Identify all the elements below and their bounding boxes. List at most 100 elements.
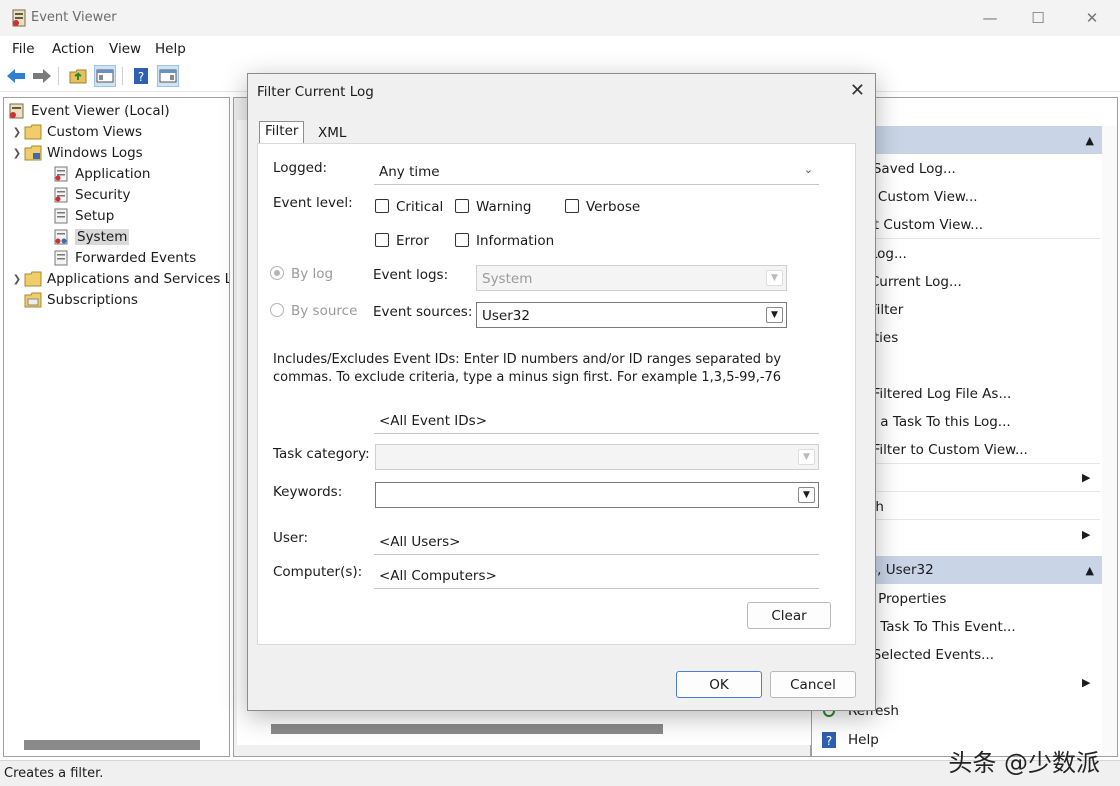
maximize-button[interactable]: ☐ <box>1012 0 1064 36</box>
chevron-down-icon: ▼ <box>798 449 815 465</box>
logged-label: Logged: <box>273 160 328 176</box>
warning-label: Warning <box>476 199 532 215</box>
cancel-button[interactable]: Cancel <box>770 671 856 698</box>
menu-action[interactable]: Action <box>52 41 94 57</box>
window-title: Event Viewer <box>31 10 117 25</box>
tab-xml[interactable]: XML <box>313 124 351 144</box>
chevron-up-icon[interactable]: ▲ <box>1086 564 1094 577</box>
action-create-custom-view[interactable]: te Custom View... <box>860 189 978 205</box>
up-folder-icon[interactable] <box>67 65 89 87</box>
chevron-down-icon: ▼ <box>766 270 783 286</box>
action-help-event[interactable]: Help <box>848 732 879 748</box>
menu-bar: File Action View Help <box>0 36 1120 62</box>
tab-filter[interactable]: Filter <box>259 121 305 143</box>
status-bar: Creates a filter. 头条 @少数派 <box>0 749 1120 786</box>
tree-item-security[interactable]: Security <box>52 185 130 205</box>
menu-help[interactable]: Help <box>155 41 186 57</box>
tree-item-app-services-logs[interactable]: ❯ Applications and Services Logs <box>10 269 229 289</box>
log-icon <box>54 208 68 224</box>
tree-item-forwarded-events[interactable]: Forwarded Events <box>52 248 196 268</box>
folder-icon <box>24 145 42 161</box>
user-input[interactable]: <All Users> <box>374 529 819 555</box>
title-bar: Event Viewer — ☐ ✕ <box>0 0 1120 36</box>
action-attach-task-event[interactable]: ch Task To This Event... <box>860 619 1016 635</box>
folder-icon <box>24 271 42 287</box>
subscriptions-icon <box>24 292 42 308</box>
verbose-label: Verbose <box>586 199 641 215</box>
svg-text:?: ? <box>826 734 832 748</box>
close-window-button[interactable]: ✕ <box>1066 0 1118 36</box>
task-category-select[interactable]: ▼ <box>375 444 819 470</box>
action-import-custom-view[interactable]: ort Custom View... <box>860 217 983 233</box>
ok-button[interactable]: OK <box>676 671 762 698</box>
action-save-filter-custom-view[interactable]: e Filter to Custom View... <box>860 442 1028 458</box>
event-logs-select[interactable]: System ▼ <box>476 265 787 291</box>
warning-checkbox[interactable] <box>455 199 469 213</box>
chevron-down-icon[interactable]: ❯ <box>10 148 24 159</box>
keywords-label: Keywords: <box>273 484 343 500</box>
svg-text:?: ? <box>138 70 144 84</box>
filter-current-log-dialog: Filter Current Log ✕ Filter XML Logged: … <box>247 73 876 711</box>
tree-item-subscriptions[interactable]: Subscriptions <box>24 290 138 310</box>
chevron-up-icon[interactable]: ▲ <box>1086 134 1094 147</box>
tree-item-setup[interactable]: Setup <box>52 206 114 226</box>
event-logs-label: Event logs: <box>373 267 449 283</box>
task-category-label: Task category: <box>273 446 370 462</box>
error-label: Error <box>396 233 429 249</box>
verbose-checkbox[interactable] <box>565 199 579 213</box>
folder-icon <box>24 124 42 140</box>
help-icon[interactable]: ? <box>130 65 152 87</box>
action-attach-task[interactable]: ch a Task To this Log... <box>860 414 1011 430</box>
error-checkbox[interactable] <box>375 233 389 247</box>
actions-vertical-scrollbar[interactable] <box>1102 126 1117 756</box>
information-checkbox[interactable] <box>455 233 469 247</box>
menu-file[interactable]: File <box>12 41 35 57</box>
log-icon <box>54 187 68 203</box>
critical-checkbox[interactable] <box>375 199 389 213</box>
tree-item-custom-views[interactable]: ❯ Custom Views <box>10 122 142 142</box>
logged-select[interactable]: Any time ⌄ <box>374 159 819 185</box>
tree-item-system[interactable]: System <box>52 227 130 247</box>
chevron-down-icon: ▼ <box>798 487 815 503</box>
event-ids-input[interactable]: <All Event IDs> <box>374 408 819 434</box>
results-horizontal-scrollbar[interactable] <box>271 724 663 734</box>
information-label: Information <box>476 233 555 249</box>
chevron-right-icon[interactable]: ❯ <box>10 127 24 138</box>
minimize-button[interactable]: — <box>964 0 1016 36</box>
by-log-radio[interactable] <box>270 266 284 280</box>
action-save-filtered-log[interactable]: e Filtered Log File As... <box>860 386 1011 402</box>
dialog-title: Filter Current Log <box>257 84 374 100</box>
keywords-select[interactable]: ▼ <box>375 482 819 508</box>
console-tree: Event Viewer (Local) ❯ Custom Views ❯ Wi… <box>3 97 230 757</box>
by-source-label: By source <box>291 303 358 319</box>
chevron-right-icon[interactable]: ❯ <box>10 274 24 285</box>
user-label: User: <box>273 530 309 546</box>
action-save-selected-events[interactable]: e Selected Events... <box>860 647 994 663</box>
tree-item-application[interactable]: Application <box>52 164 150 184</box>
event-sources-select[interactable]: User32 ▼ <box>476 302 787 328</box>
computers-label: Computer(s): <box>273 564 363 580</box>
event-ids-info-text: Includes/Excludes Event IDs: Enter ID nu… <box>273 352 782 385</box>
computers-input[interactable]: <All Computers> <box>374 563 819 589</box>
back-icon[interactable] <box>5 65 27 87</box>
show-hide-tree-icon[interactable] <box>94 65 116 87</box>
submenu-arrow-icon: ▶ <box>1082 676 1091 689</box>
submenu-arrow-icon: ▶ <box>1082 528 1091 541</box>
menu-view[interactable]: View <box>109 41 141 57</box>
status-text: Creates a filter. <box>4 766 104 781</box>
close-icon[interactable]: ✕ <box>850 80 865 101</box>
watermark: 头条 @少数派 <box>948 749 1100 777</box>
by-source-radio[interactable] <box>270 303 284 317</box>
show-action-pane-icon[interactable] <box>157 65 179 87</box>
tree-item-root[interactable]: Event Viewer (Local) <box>8 101 170 121</box>
by-log-label: By log <box>291 266 334 282</box>
help-icon: ? <box>822 732 836 748</box>
forward-icon[interactable] <box>31 65 53 87</box>
tree-item-windows-logs[interactable]: ❯ Windows Logs <box>10 143 143 163</box>
submenu-arrow-icon: ▶ <box>1082 471 1091 484</box>
event-viewer-icon <box>12 9 26 27</box>
chevron-down-icon: ⌄ <box>803 163 813 176</box>
clear-button[interactable]: Clear <box>747 602 831 629</box>
tree-horizontal-scrollbar[interactable] <box>24 740 200 750</box>
event-level-label: Event level: <box>273 195 353 211</box>
